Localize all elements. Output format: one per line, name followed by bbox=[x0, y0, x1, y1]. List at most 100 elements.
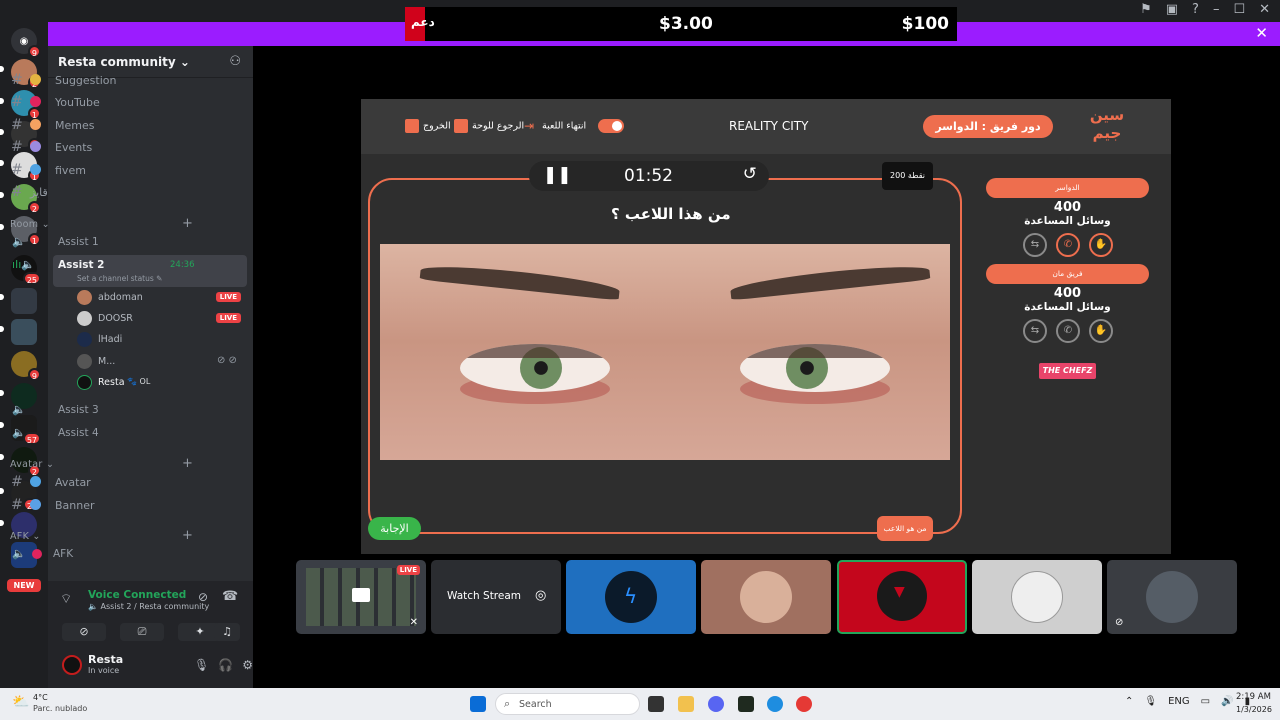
answer-button[interactable]: الإجابة bbox=[368, 517, 421, 540]
server-icon[interactable] bbox=[11, 319, 37, 345]
close-window-icon[interactable]: ✕ bbox=[1259, 2, 1270, 17]
file-explorer-icon[interactable] bbox=[678, 696, 694, 712]
task-view-icon[interactable] bbox=[648, 696, 664, 712]
invite-icon[interactable]: ⚇ bbox=[229, 54, 241, 69]
monitor-icon[interactable]: ▭ bbox=[1201, 696, 1210, 707]
timer: 01:52 bbox=[624, 166, 673, 186]
unread-pip bbox=[0, 98, 4, 104]
camera-button[interactable]: ⊘ bbox=[62, 623, 106, 641]
add-channel-icon[interactable]: + bbox=[182, 216, 193, 231]
category-afk[interactable]: AFK ⌄ + bbox=[10, 528, 193, 543]
speaker-icon: ıIı🔈 bbox=[12, 258, 36, 271]
end-game-toggle[interactable] bbox=[598, 119, 624, 133]
participant-tile[interactable] bbox=[972, 560, 1102, 634]
avatar[interactable] bbox=[62, 655, 82, 675]
headphones-icon[interactable]: 🎧 bbox=[218, 658, 233, 672]
channel-youtube[interactable]: # YouTube bbox=[8, 92, 198, 113]
participant-tile[interactable]: ϟ bbox=[566, 560, 696, 634]
voice-status: Voice Connected bbox=[88, 589, 187, 601]
settings-icon[interactable]: ⚙ bbox=[242, 658, 253, 672]
voice-channel-assist-3[interactable]: 🔈 Assist 3 bbox=[8, 400, 198, 421]
participant-tile[interactable]: ⊘ bbox=[1107, 560, 1237, 634]
soundboard-button[interactable]: ♫ bbox=[214, 623, 240, 641]
chevron-up-icon[interactable]: ⌃ bbox=[1125, 696, 1133, 707]
voice-channel-afk[interactable]: 🔈 AFK bbox=[8, 544, 198, 565]
pause-icon[interactable]: ❚❚ bbox=[543, 165, 572, 185]
voice-channel-assist-1[interactable]: 🔈 Assist 1 bbox=[8, 232, 198, 253]
voice-user[interactable]: abdoman LIVE bbox=[77, 288, 247, 308]
noise-suppression-icon[interactable]: ⊘ bbox=[198, 590, 208, 604]
discord-home-icon[interactable]: ◉ 9 bbox=[11, 28, 41, 58]
discord-icon[interactable] bbox=[708, 696, 724, 712]
channel-events[interactable]: # Events bbox=[8, 137, 198, 158]
help-icon[interactable]: ? bbox=[1192, 2, 1199, 17]
watch-stream-tile[interactable]: Watch Stream ◎ bbox=[431, 560, 561, 634]
signal-icon: ⌔ bbox=[60, 592, 73, 607]
add-channel-icon[interactable]: + bbox=[182, 456, 193, 471]
who-is-player-button[interactable]: من هو اللاعب bbox=[877, 516, 933, 541]
back-board-button[interactable]: الرجوع للوحة bbox=[454, 119, 524, 133]
screen-icon[interactable]: ▣ bbox=[1166, 2, 1178, 17]
screen-share-button[interactable]: ⎚ bbox=[120, 623, 164, 641]
language-indicator[interactable]: ENG bbox=[1168, 696, 1190, 707]
phone-icon[interactable]: ✆ bbox=[1056, 233, 1080, 257]
voice-user[interactable]: lHadi bbox=[77, 330, 247, 350]
grid-icon bbox=[454, 119, 468, 133]
reset-timer-icon[interactable]: ↺ bbox=[743, 164, 757, 184]
end-game-button[interactable]: ⇥ انتهاء اللعبة bbox=[524, 119, 586, 133]
minimize-icon[interactable]: – bbox=[1213, 2, 1220, 17]
unread-pip bbox=[0, 294, 4, 300]
voice-channel-label[interactable]: 🔈 Assist 2 / Resta community bbox=[88, 602, 209, 611]
voice-channel-assist-4[interactable]: 🔈 Assist 4 bbox=[8, 423, 198, 444]
channel-memes[interactable]: # Memes bbox=[8, 115, 198, 136]
emoji-icon bbox=[30, 74, 41, 85]
disconnect-icon[interactable]: ☎ bbox=[222, 589, 238, 604]
exit-button[interactable]: الخروج bbox=[405, 119, 451, 133]
channel-fivem[interactable]: # fivem bbox=[8, 160, 198, 181]
channel-avatar[interactable]: # Avatar bbox=[8, 472, 198, 493]
weather-icon[interactable]: ⛅ bbox=[12, 694, 29, 710]
swap-icon[interactable]: ⇆ bbox=[1023, 319, 1047, 343]
voice-user[interactable]: DOOSR LIVE bbox=[77, 309, 247, 329]
participant-tile[interactable] bbox=[701, 560, 831, 634]
taskbar-search[interactable]: ⌕ Search bbox=[495, 693, 640, 715]
channel-suggestion[interactable]: # Suggestion bbox=[8, 70, 198, 91]
inbox-icon[interactable]: ⚑ bbox=[1140, 2, 1152, 17]
voice-panel: ⌔ Voice Connected 🔈 Assist 2 / Resta com… bbox=[48, 581, 253, 688]
stream-icon bbox=[352, 588, 370, 602]
voice-user[interactable]: M... ⊘ ⊘ bbox=[77, 352, 247, 372]
watch-icon[interactable]: ◎ bbox=[535, 588, 546, 603]
app-icon[interactable] bbox=[738, 696, 754, 712]
add-channel-icon[interactable]: + bbox=[182, 528, 193, 543]
voice-channel-assist-2[interactable]: ıIı🔈 Assist 2 24:36 bbox=[8, 255, 198, 276]
channel-status[interactable]: Set a channel status ✎ bbox=[77, 274, 162, 283]
volume-icon[interactable]: 🔊 bbox=[1221, 696, 1233, 707]
category-avatar[interactable]: Avatar ⌄ + bbox=[10, 456, 193, 471]
hand-icon[interactable]: ✋ bbox=[1089, 233, 1113, 257]
mic-tray-icon[interactable]: 🎙 bbox=[1144, 696, 1157, 707]
sponsor-logo: THE CHEFZ bbox=[1039, 363, 1096, 379]
muted-icon[interactable]: ✕ bbox=[410, 617, 418, 628]
phone-icon[interactable]: ✆ bbox=[1056, 319, 1080, 343]
participant-tile-speaking[interactable]: ▼ bbox=[837, 560, 967, 634]
swap-icon[interactable]: ⇆ bbox=[1023, 233, 1047, 257]
mic-icon[interactable]: 🎙 bbox=[194, 658, 209, 672]
server-icon[interactable] bbox=[11, 288, 37, 314]
muted-icon: ⊘ bbox=[1115, 617, 1124, 628]
user-controls: 🎙 🎧 ⚙ bbox=[194, 658, 253, 672]
close-notice-icon[interactable]: ✕ bbox=[1255, 24, 1268, 42]
unread-pip bbox=[0, 66, 4, 72]
start-icon[interactable] bbox=[470, 696, 486, 712]
server-icon[interactable]: 9 bbox=[11, 351, 41, 381]
exit-icon bbox=[405, 119, 419, 133]
chrome-icon[interactable] bbox=[796, 696, 812, 712]
edge-icon[interactable] bbox=[767, 696, 783, 712]
avatar bbox=[77, 311, 92, 326]
maximize-icon[interactable]: ☐ bbox=[1233, 2, 1245, 17]
channel-banner[interactable]: # Banner bbox=[8, 495, 198, 516]
stream-tile[interactable]: LIVE ✕ bbox=[296, 560, 426, 634]
voice-user[interactable]: Resta 🐾 OL bbox=[77, 373, 247, 393]
channel-qayz[interactable]: # قايز bbox=[8, 182, 198, 203]
hand-icon[interactable]: ✋ bbox=[1089, 319, 1113, 343]
category-room[interactable]: Room ⌄ + bbox=[10, 216, 193, 231]
